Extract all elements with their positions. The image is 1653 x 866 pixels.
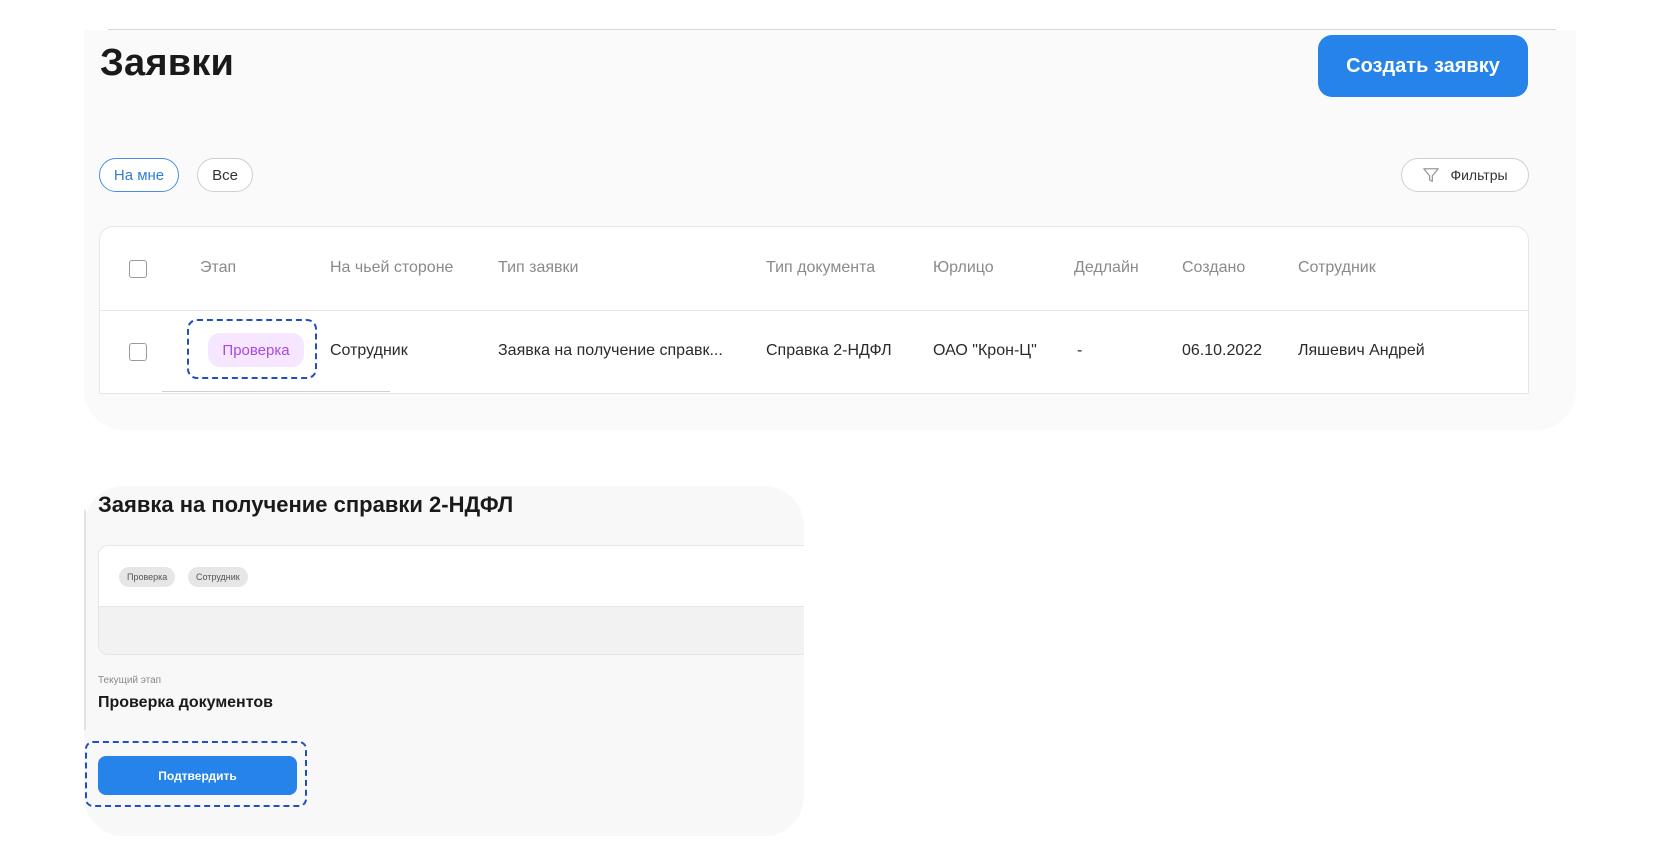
row-checkbox[interactable] xyxy=(129,343,147,361)
create-request-button[interactable]: Создать заявку xyxy=(1318,35,1528,97)
column-header-created[interactable]: Создано xyxy=(1182,259,1245,277)
header-divider xyxy=(100,310,1528,311)
requests-table: Этап На чьей стороне Тип заявки Тип доку… xyxy=(99,226,1529,394)
column-header-deadline[interactable]: Дедлайн xyxy=(1074,259,1139,277)
filter-chip-mine[interactable]: На мне xyxy=(99,158,179,192)
column-header-employee[interactable]: Сотрудник xyxy=(1298,259,1376,277)
row-underline xyxy=(162,391,390,392)
column-header-document-type[interactable]: Тип документа xyxy=(766,259,875,277)
confirm-button[interactable]: Подтвердить xyxy=(98,756,297,795)
filters-button-label: Фильтры xyxy=(1450,167,1508,183)
filters-button[interactable]: Фильтры xyxy=(1401,158,1529,192)
current-stage-label: Текущий этап xyxy=(98,675,162,686)
detail-left-divider xyxy=(84,510,86,730)
detail-tag-side: Сотрудник xyxy=(188,567,248,587)
cell-side: Сотрудник xyxy=(330,342,408,359)
funnel-icon xyxy=(1423,168,1440,182)
stage-highlight-frame xyxy=(187,319,317,379)
column-header-side[interactable]: На чьей стороне xyxy=(330,259,453,277)
filter-chip-all[interactable]: Все xyxy=(197,158,253,192)
cell-request-type[interactable]: Заявка на получение справк... xyxy=(498,342,723,360)
cell-created: 06.10.2022 xyxy=(1182,342,1263,359)
select-all-checkbox[interactable] xyxy=(129,260,147,278)
detail-tags-panel: Проверка Сотрудник xyxy=(98,545,804,655)
cell-legal-entity: ОАО "Крон-Ц" xyxy=(933,342,1037,359)
cell-employee: Ляшевич Андрей xyxy=(1298,342,1425,359)
detail-panel-footer xyxy=(99,606,804,654)
current-stage-value: Проверка документов xyxy=(98,694,273,711)
page-title: Заявки xyxy=(100,42,235,84)
column-header-request-type[interactable]: Тип заявки xyxy=(498,259,578,277)
cell-document-type: Справка 2-НДФЛ xyxy=(766,342,892,359)
detail-title: Заявка на получение справки 2-НДФЛ xyxy=(98,492,514,517)
cell-deadline: - xyxy=(1077,342,1083,359)
detail-tag-stage: Проверка xyxy=(119,567,176,587)
column-header-stage[interactable]: Этап xyxy=(200,259,236,277)
column-header-legal-entity[interactable]: Юрлицо xyxy=(933,259,994,277)
